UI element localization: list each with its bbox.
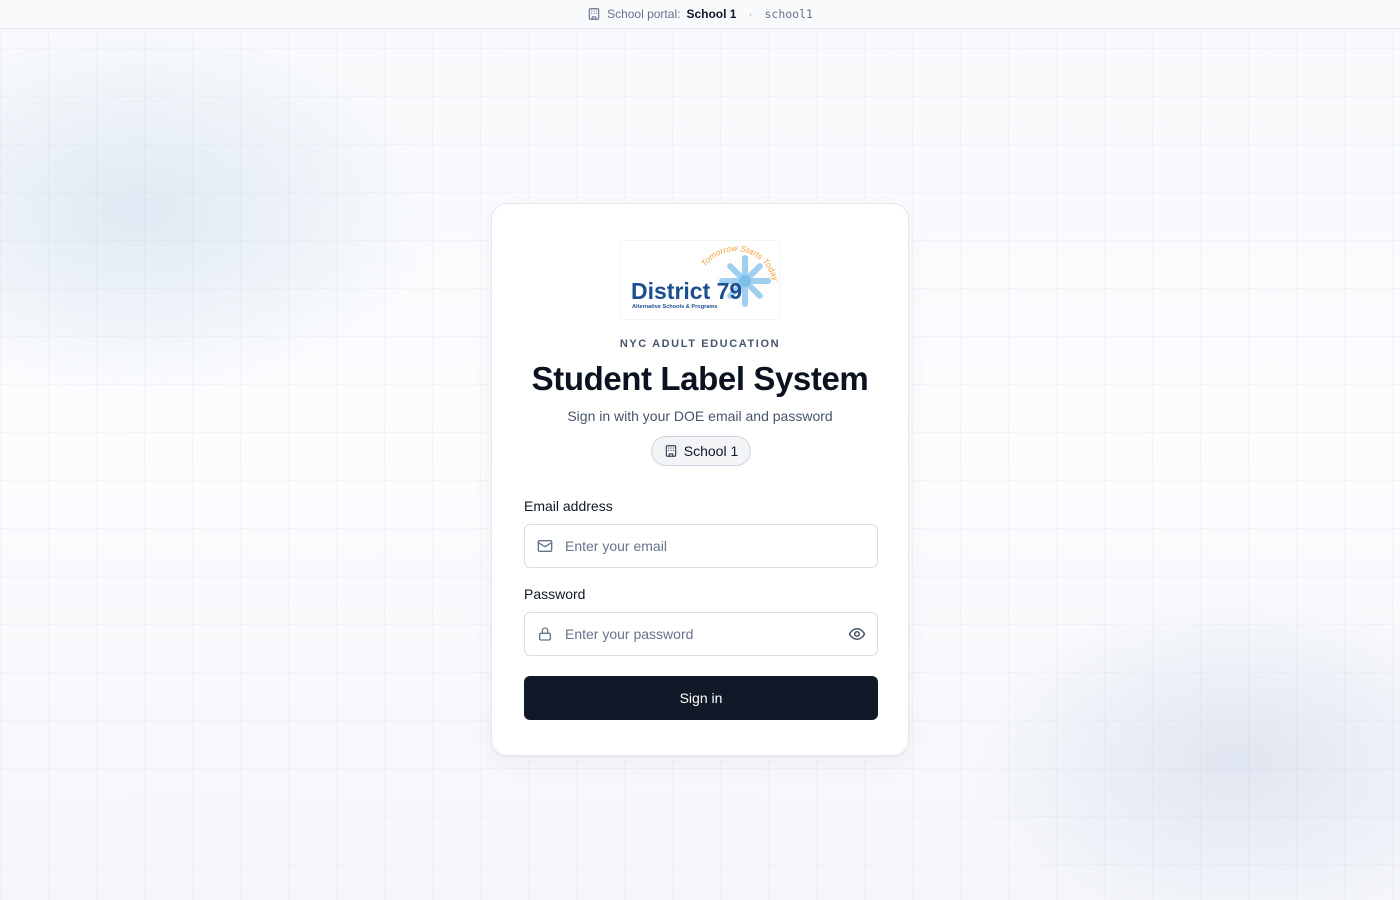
email-label: Email address <box>524 498 613 514</box>
sign-in-button[interactable]: Sign in <box>524 676 878 720</box>
building-icon <box>587 7 601 21</box>
password-label: Password <box>524 586 586 602</box>
password-field <box>524 612 878 656</box>
eyebrow-label: NYC ADULT EDUCATION <box>619 338 781 350</box>
password-input[interactable] <box>565 613 848 655</box>
logo-tagline: Alternative Schools & Programs <box>632 304 718 310</box>
login-card: Tomorrow Starts Today District 79 Altern… <box>491 203 909 756</box>
lock-icon <box>537 626 553 642</box>
email-field <box>524 524 878 568</box>
page-title: Student Label System <box>531 360 869 397</box>
mail-icon <box>537 538 553 554</box>
school-badge-label: School 1 <box>683 443 739 459</box>
portal-topbar: School portal: School 1 · school1 <box>0 0 1400 29</box>
topbar-separator: · <box>748 7 753 21</box>
district-logo: Tomorrow Starts Today District 79 Altern… <box>620 240 780 320</box>
logo-main-text: District 79 <box>631 278 742 304</box>
topbar-slug: school1 <box>764 7 813 21</box>
eye-icon[interactable] <box>848 625 866 643</box>
topbar-school-name: School 1 <box>686 7 737 21</box>
page-subtitle: Sign in with your DOE email and password <box>567 408 833 424</box>
email-input[interactable] <box>565 525 877 567</box>
building-icon <box>664 444 678 458</box>
school-badge: School 1 <box>651 436 751 466</box>
district-logo-graphic: Tomorrow Starts Today District 79 Altern… <box>621 241 779 319</box>
topbar-prefix: School portal: <box>607 7 681 21</box>
